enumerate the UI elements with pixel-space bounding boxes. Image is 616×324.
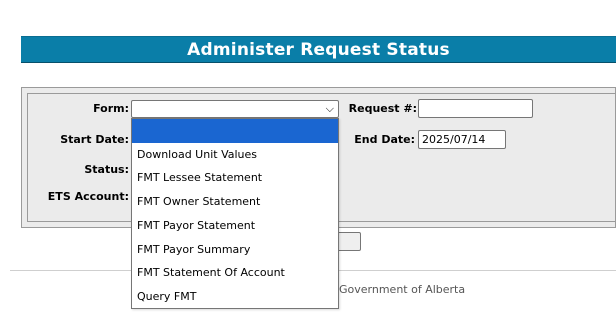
ets-account-label: ETS Account: — [47, 190, 129, 203]
end-date-input[interactable]: 2025/07/14 — [418, 130, 506, 149]
footer-text: Government of Alberta — [339, 283, 466, 296]
status-label: Status: — [84, 163, 129, 176]
dropdown-option-blank[interactable] — [132, 119, 338, 143]
form-label: Form: — [93, 102, 129, 115]
dropdown-option-fmt-owner-statement[interactable]: FMT Owner Statement — [132, 190, 338, 214]
page-title-bar: Administer Request Status — [21, 36, 616, 63]
dropdown-option-fmt-payor-statement[interactable]: FMT Payor Statement — [132, 214, 338, 238]
form-select[interactable]: ⌵ — [131, 100, 339, 118]
chevron-down-icon: ⌵ — [325, 102, 334, 115]
dropdown-option-fmt-payor-summary[interactable]: FMT Payor Summary — [132, 238, 338, 262]
start-date-label: Start Date: — [60, 133, 129, 146]
search-button[interactable] — [337, 232, 361, 251]
request-number-input[interactable] — [418, 99, 533, 118]
page-title: Administer Request Status — [187, 39, 450, 60]
dropdown-option-fmt-lessee-statement[interactable]: FMT Lessee Statement — [132, 166, 338, 190]
dropdown-option-fmt-statement-of-account[interactable]: FMT Statement Of Account — [132, 261, 338, 285]
form-dropdown-list: Download Unit Values FMT Lessee Statemen… — [131, 118, 339, 309]
dropdown-option-query-fmt[interactable]: Query FMT — [132, 285, 338, 309]
end-date-label: End Date: — [354, 133, 415, 146]
dropdown-option-download-unit-values[interactable]: Download Unit Values — [132, 143, 338, 167]
request-number-label: Request #: — [348, 102, 417, 115]
